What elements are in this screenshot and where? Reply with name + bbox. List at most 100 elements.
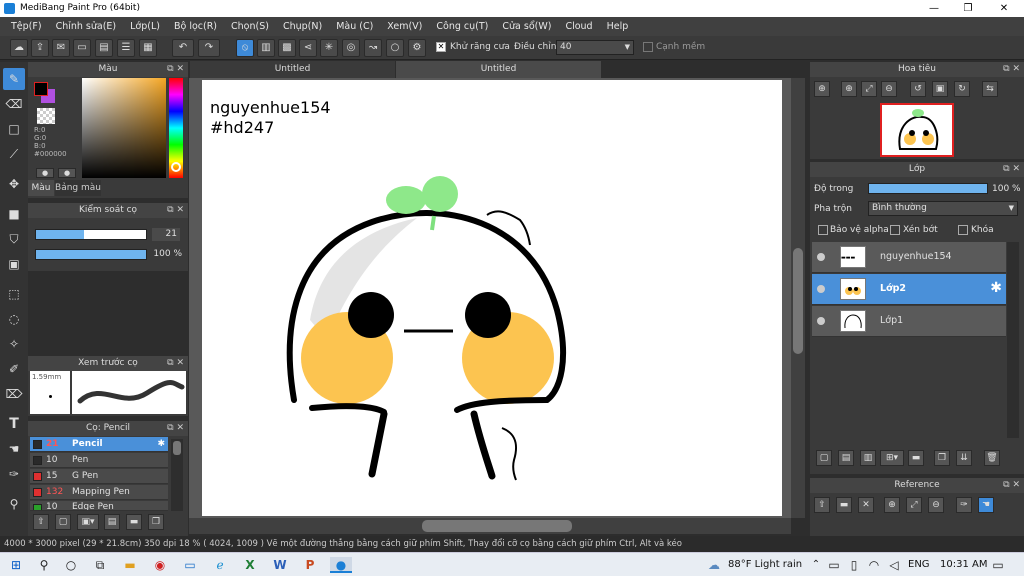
windows-start-icon[interactable]: ⊞	[8, 557, 24, 573]
gear-icon[interactable]: ✱	[990, 280, 1002, 296]
menu-color[interactable]: Màu (C)	[329, 21, 380, 32]
panel-close-icon[interactable]: ⧉ ✕	[167, 421, 184, 436]
lock-checkbox[interactable]	[958, 225, 968, 235]
gradient-tool-icon[interactable]: ▣	[3, 253, 25, 275]
reference-zoom-out-icon[interactable]: ⊖	[928, 497, 944, 513]
duplicate-layer-icon[interactable]: ❐	[934, 450, 950, 466]
menu-edit[interactable]: Chỉnh sửa(E)	[49, 21, 124, 32]
panel-close-icon[interactable]: ⧉ ✕	[1003, 162, 1020, 177]
reference-eyedropper-icon[interactable]: ✑	[956, 497, 972, 513]
wifi-icon[interactable]: ◠	[866, 557, 882, 573]
menu-file[interactable]: Tệp(F)	[4, 21, 49, 32]
brush-list-scrollbar[interactable]	[171, 439, 183, 511]
tab-untitled-1[interactable]: Untitled	[190, 61, 395, 78]
eraser-tool-icon[interactable]: ⌫	[3, 93, 25, 115]
menu-help[interactable]: Help	[600, 21, 636, 32]
protect-alpha-checkbox[interactable]	[818, 225, 828, 235]
canvas-paper[interactable]: nguyenhue154 #hd247	[202, 80, 782, 516]
magic-wand-tool-icon[interactable]: ✧	[3, 333, 25, 355]
layer-scrollbar[interactable]	[1007, 242, 1019, 438]
brush-size-slider[interactable]	[35, 229, 147, 240]
parallel-snap-icon[interactable]: ▥	[257, 39, 275, 57]
new-layer-8bit-icon[interactable]: ▤	[838, 450, 854, 466]
zoom-out-icon[interactable]: ⊖	[881, 81, 897, 97]
antialias-checkbox[interactable]: ✕	[436, 42, 446, 52]
brush-folder-icon[interactable]: ▬	[126, 514, 142, 530]
edge-icon[interactable]: ℯ	[212, 557, 228, 573]
tab-palette[interactable]: Bảng màu	[55, 180, 101, 196]
excel-icon[interactable]: X	[242, 557, 258, 573]
fit-icon[interactable]: ▣	[932, 81, 948, 97]
minimize-button[interactable]: —	[916, 0, 952, 17]
perspective-snap-icon[interactable]: ⋖	[299, 39, 317, 57]
panel-close-icon[interactable]: ⧉ ✕	[1003, 62, 1020, 77]
grid-snap-icon[interactable]: ▩	[278, 39, 296, 57]
text-tool-icon[interactable]: T	[3, 413, 25, 435]
canvas-horizontal-scrollbar[interactable]	[189, 518, 791, 534]
monitor-icon[interactable]: ▭	[182, 557, 198, 573]
weather-icon[interactable]: ☁	[706, 557, 722, 573]
layer-opacity-slider[interactable]	[868, 183, 988, 194]
brush-opacity-slider[interactable]	[35, 249, 147, 260]
fit-screen-icon[interactable]: ⤢	[861, 81, 877, 97]
tab-untitled-2[interactable]: Untitled	[396, 61, 601, 78]
brush-menu-icon[interactable]: ▣▾	[77, 514, 99, 530]
cloud-icon[interactable]: ☁	[10, 39, 28, 57]
select-eraser-tool-icon[interactable]: ⌦	[3, 383, 25, 405]
fill-rect-tool-icon[interactable]: ■	[3, 203, 25, 225]
clock[interactable]: 10:31 AM	[940, 559, 987, 570]
brush-item-mapping-pen[interactable]: 132 Mapping Pen	[30, 485, 168, 500]
reference-close-icon[interactable]: ✕	[858, 497, 874, 513]
redo-icon[interactable]: ↷	[198, 39, 220, 57]
navigator-thumbnail[interactable]	[880, 103, 954, 157]
visibility-icon[interactable]	[817, 253, 825, 261]
document-icon[interactable]: ▤	[95, 39, 113, 57]
search-icon[interactable]: ⚲	[36, 557, 52, 573]
brush-item-g-pen[interactable]: 15 G Pen	[30, 469, 168, 484]
brush-item-pencil[interactable]: 21 Pencil ✱	[30, 437, 168, 452]
menu-layer[interactable]: Lớp(L)	[123, 21, 167, 32]
weather-text[interactable]: 88°F Light rain	[728, 559, 802, 570]
new-brush-icon[interactable]: ▢	[55, 514, 71, 530]
transparent-swatch[interactable]	[37, 108, 55, 124]
brush-doc-icon[interactable]: ▤	[104, 514, 120, 530]
panel-close-icon[interactable]: ⧉ ✕	[167, 203, 184, 218]
layer-folder-icon[interactable]: ▬	[908, 450, 924, 466]
add-brush-icon[interactable]: ⇧	[33, 514, 49, 530]
circle-snap-icon[interactable]: ○	[386, 39, 404, 57]
snap-off-icon[interactable]: ⦸	[236, 39, 254, 57]
cortana-icon[interactable]: ○	[63, 557, 79, 573]
add-layer-menu-icon[interactable]: ⊞▾	[880, 450, 904, 466]
layer-row[interactable]: Lớp2 ✱	[812, 274, 1006, 305]
powerpoint-icon[interactable]: P	[302, 557, 318, 573]
volume-icon[interactable]: ◁	[886, 557, 902, 573]
medibang-taskbar-icon[interactable]: ●	[330, 557, 352, 573]
new-layer-icon[interactable]: ▢	[816, 450, 832, 466]
dot-tool-icon[interactable]: ⟋	[3, 143, 25, 165]
reference-open-icon[interactable]: ▬	[836, 497, 852, 513]
zoom-in-alt-icon[interactable]: ⊕	[841, 81, 857, 97]
curve-snap-icon[interactable]: ↝	[364, 39, 382, 57]
brush-size-value[interactable]: 21	[152, 228, 180, 241]
tab-color[interactable]: Màu	[28, 180, 54, 196]
menu-snap[interactable]: Chụp(N)	[276, 21, 329, 32]
rotate-right-icon[interactable]: ↻	[954, 81, 970, 97]
close-button[interactable]: ✕	[986, 0, 1022, 17]
menu-tools[interactable]: Công cụ(T)	[429, 21, 495, 32]
snap-settings-icon[interactable]: ⚙	[408, 39, 426, 57]
delete-layer-icon[interactable]: 🗑	[984, 450, 1000, 466]
visibility-icon[interactable]	[817, 285, 825, 293]
blend-mode-select[interactable]: Bình thường ▼	[868, 201, 1018, 216]
battery-icon[interactable]: ▯	[846, 557, 862, 573]
undo-icon[interactable]: ↶	[172, 39, 194, 57]
word-icon[interactable]: W	[272, 557, 288, 573]
radial-snap-icon[interactable]: ✳	[320, 39, 338, 57]
new-layer-1bit-icon[interactable]: ▥	[860, 450, 876, 466]
add-color-icon[interactable]: ●	[36, 168, 54, 178]
language-indicator[interactable]: ENG	[908, 559, 930, 570]
reference-hand-icon[interactable]: ☚	[978, 497, 994, 513]
maximize-button[interactable]: ❐	[950, 0, 986, 17]
primary-color-swatch[interactable]	[34, 82, 48, 96]
notifications-icon[interactable]: ▭	[990, 557, 1006, 573]
share-icon[interactable]: ⇪	[31, 39, 49, 57]
